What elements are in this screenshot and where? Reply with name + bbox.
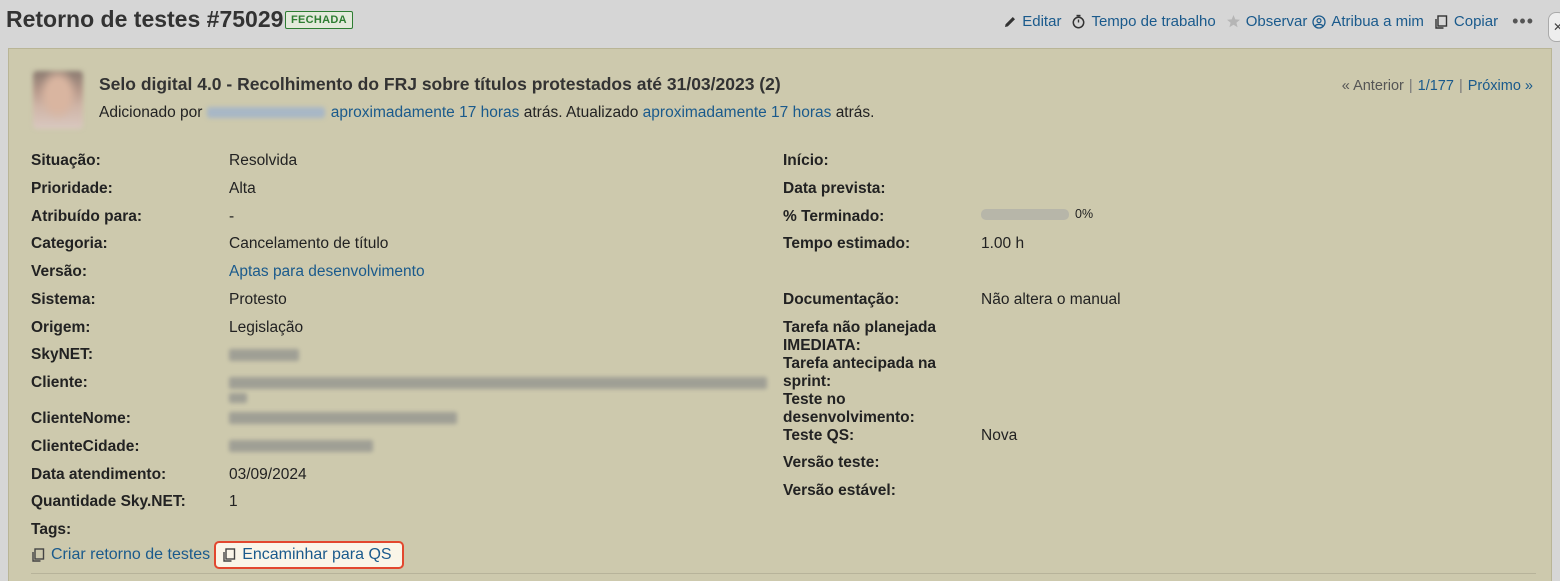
- watch-label: Observar: [1245, 13, 1308, 30]
- progress-percent: 0%: [1075, 207, 1094, 221]
- issue-bottom-links: Criar retorno de testes Encaminhar para …: [31, 541, 404, 569]
- attr-client-value-redacted: [229, 377, 767, 389]
- attr-documentation-label: Documentação:: [783, 291, 900, 308]
- attr-version-label: Versão:: [31, 263, 88, 280]
- copy-icon: [31, 548, 45, 562]
- next-link[interactable]: Próximo »: [1468, 78, 1533, 94]
- attr-client-city-value-redacted: [229, 440, 373, 452]
- copy-icon: [1434, 14, 1449, 29]
- issue-author-line: Adicionado por aproximadamente 17 horas …: [99, 104, 874, 122]
- attr-version-link[interactable]: Aptas para desenvolvimento: [229, 263, 425, 281]
- issue-navigation: « Anterior | 1/177 | Próximo »: [1341, 78, 1533, 94]
- watch-button[interactable]: Observar: [1226, 13, 1308, 30]
- attr-qs-test-label: Teste QS:: [783, 427, 855, 444]
- attr-skynet-value-redacted: [229, 349, 299, 361]
- edit-button[interactable]: Editar: [1002, 13, 1061, 30]
- attr-status-value: Resolvida: [229, 152, 298, 169]
- attr-client-label: Cliente:: [31, 374, 88, 391]
- attr-done-label: % Terminado:: [783, 208, 885, 225]
- time-tracking-button[interactable]: Tempo de trabalho: [1071, 13, 1216, 30]
- edit-label: Editar: [1022, 13, 1062, 30]
- assign-to-me-button[interactable]: Atribua a mim: [1311, 13, 1424, 30]
- more-icon[interactable]: •••: [1512, 11, 1534, 32]
- added-by-prefix: Adicionado por: [99, 104, 203, 121]
- added-time-link[interactable]: aproximadamente 17 horas: [331, 104, 520, 121]
- attr-priority-value: Alta: [229, 180, 256, 197]
- issue-details: Selo digital 4.0 - Recolhimento do FRJ s…: [8, 48, 1552, 581]
- attr-qs-test-value: Nova: [981, 427, 1018, 444]
- attr-anticipated-label: Tarefa antecipada na sprint:: [783, 355, 937, 390]
- pencil-icon: [1002, 14, 1017, 29]
- added-suffix: atrás. Atualizado: [523, 104, 639, 121]
- attr-category-label: Categoria:: [31, 235, 108, 252]
- page-header: Retorno de testes #75029 FECHADA Editar …: [0, 0, 1560, 48]
- attr-skynet-qty-value: 1: [229, 493, 238, 510]
- attr-priority-label: Prioridade:: [31, 180, 113, 197]
- avatar: [33, 71, 83, 129]
- star-icon: [1226, 14, 1241, 29]
- status-badge: FECHADA: [285, 11, 353, 29]
- attr-unplanned-label: Tarefa não planejada IMEDIATA:: [783, 319, 937, 354]
- forward-to-qs-link[interactable]: Encaminhar para QS: [214, 541, 404, 569]
- attr-due-date-label: Data prevista:: [783, 180, 886, 197]
- attr-assignee-value: -: [229, 208, 235, 225]
- attr-documentation-value: Não altera o manual: [981, 291, 1121, 308]
- updated-time-link[interactable]: aproximadamente 17 horas: [643, 104, 832, 121]
- issue-subject: Selo digital 4.0 - Recolhimento do FRJ s…: [99, 74, 781, 94]
- attr-estimate-value: 1.00 h: [981, 235, 1025, 252]
- progress-bar: [981, 209, 1069, 220]
- attr-client-city-label: ClienteCidade:: [31, 438, 140, 455]
- attr-client-value-redacted-2: [229, 393, 247, 403]
- attr-origin-label: Origem:: [31, 319, 91, 336]
- forward-to-qs-label: Encaminhar para QS: [242, 546, 392, 563]
- attr-dev-test-label: Teste no desenvolvimento:: [783, 391, 915, 426]
- create-test-feedback-link[interactable]: Criar retorno de testes: [31, 546, 210, 564]
- page-title: Retorno de testes #75029: [6, 6, 284, 32]
- copy-button[interactable]: Copiar: [1434, 13, 1498, 30]
- attr-skynet-label: SkyNET:: [31, 346, 94, 363]
- attr-tags-label: Tags:: [31, 521, 72, 538]
- attr-category-value: Cancelamento de título: [229, 235, 389, 252]
- stopwatch-icon: [1071, 14, 1086, 29]
- user-circle-icon: [1311, 14, 1326, 29]
- attr-start-label: Início:: [783, 152, 829, 169]
- assign-to-me-label: Atribua a mim: [1331, 13, 1424, 30]
- actions-bar: Editar Tempo de trabalho Observar Atribu…: [992, 11, 1534, 32]
- time-tracking-label: Tempo de trabalho: [1091, 13, 1216, 30]
- author-name[interactable]: [206, 107, 325, 119]
- close-icon[interactable]: ✕: [1548, 12, 1560, 42]
- copy-icon: [222, 548, 236, 562]
- attr-service-date-label: Data atendimento:: [31, 466, 167, 483]
- attr-assignee-label: Atribuído para:: [31, 208, 143, 225]
- attr-system-label: Sistema:: [31, 291, 96, 308]
- attr-system-value: Protesto: [229, 291, 287, 308]
- divider: [31, 573, 1536, 574]
- create-test-feedback-label: Criar retorno de testes: [51, 546, 211, 563]
- attr-service-date-value: 03/09/2024: [229, 466, 307, 483]
- attr-skynet-qty-label: Quantidade Sky.NET:: [31, 493, 186, 510]
- updated-suffix: atrás.: [835, 104, 875, 121]
- attr-estimate-label: Tempo estimado:: [783, 235, 911, 252]
- previous-link[interactable]: « Anterior: [1342, 78, 1404, 94]
- attr-client-name-label: ClienteNome:: [31, 410, 131, 427]
- copy-label: Copiar: [1453, 13, 1499, 30]
- issue-position[interactable]: 1/177: [1418, 78, 1454, 94]
- attr-status-label: Situação:: [31, 152, 101, 169]
- attr-test-version-label: Versão teste:: [783, 454, 880, 471]
- attr-client-name-value-redacted: [229, 412, 457, 424]
- attr-stable-version-label: Versão estável:: [783, 482, 896, 499]
- attr-origin-value: Legislação: [229, 319, 304, 336]
